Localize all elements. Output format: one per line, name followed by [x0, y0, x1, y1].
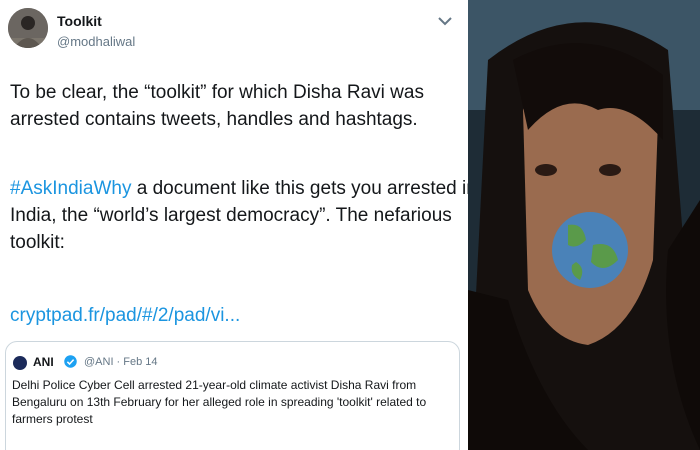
quoted-user-name[interactable]: ANI [33, 355, 54, 369]
tweet-text-line-5: toolkit: [10, 232, 65, 253]
quoted-tweet[interactable]: ANI @ANI · Feb 14 Delhi Police Cyber Cel… [5, 341, 460, 450]
user-avatar[interactable] [8, 8, 48, 48]
portrait-illustration [468, 0, 700, 450]
more-menu-icon[interactable] [425, 12, 465, 30]
avatar-image [8, 8, 48, 48]
tweet-card: Toolkit @modhaliwal To be clear, the “to… [0, 0, 468, 450]
portrait-photo [468, 0, 700, 450]
tweet-text-line-2: arrested contains tweets, handles and ha… [10, 109, 418, 130]
quoted-tweet-text: Delhi Police Cyber Cell arrested 21-year… [12, 378, 427, 426]
tweet-text-line-3-rest: a document like this gets you arrested i… [131, 178, 468, 199]
display-name[interactable]: Toolkit [57, 13, 102, 29]
user-handle[interactable]: @modhaliwal [57, 34, 135, 49]
hashtag-link[interactable]: #AskIndiaWhy [10, 178, 131, 199]
tweet-text-line-3: #AskIndiaWhy a document like this gets y… [10, 175, 468, 202]
verified-badge-icon [64, 355, 77, 368]
tweet-text-line-4: India, the “world’s largest democracy”. … [10, 205, 452, 226]
tweet-url-link[interactable]: cryptpad.fr/pad/#/2/pad/vi... [10, 305, 240, 327]
tweet-text-line-1: To be clear, the “toolkit” for which Dis… [10, 82, 424, 103]
quoted-user-avatar[interactable] [13, 356, 27, 370]
quoted-tweet-meta: @ANI · Feb 14 [84, 356, 158, 368]
